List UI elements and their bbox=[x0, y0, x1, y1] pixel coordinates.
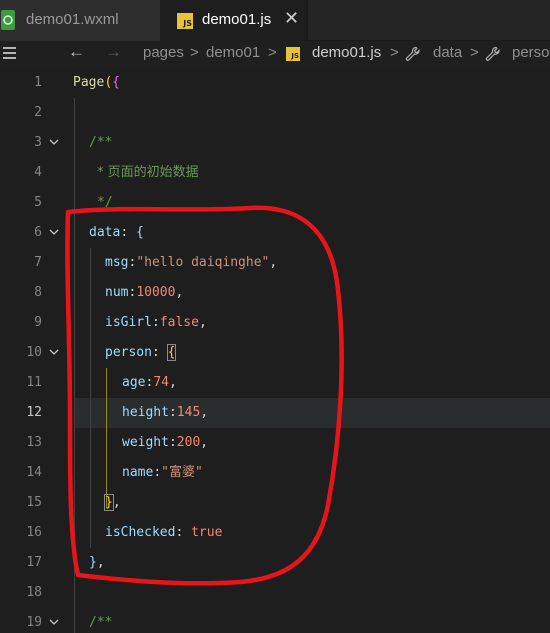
colon: : bbox=[168, 405, 177, 420]
line-number: 2 bbox=[34, 105, 42, 120]
colon: : bbox=[151, 345, 168, 360]
comment-text: */ bbox=[97, 195, 113, 210]
code-line-9: isGirl:false, bbox=[0, 308, 550, 338]
boolean-value: true bbox=[191, 525, 223, 540]
comma: , bbox=[112, 495, 121, 510]
editor-tab-bar: demo01.wxml JS demo01.js ✕ bbox=[0, 0, 550, 41]
code-line-17: }, bbox=[0, 548, 550, 578]
property-key: num bbox=[105, 285, 129, 300]
breadcrumb-item-person[interactable]: perso bbox=[512, 44, 550, 61]
paren: ( bbox=[104, 75, 113, 90]
breadcrumb-item-file[interactable]: demo01.js bbox=[312, 44, 381, 61]
colon: : bbox=[151, 315, 160, 330]
breadcrumb-separator: > bbox=[190, 44, 199, 61]
property-key: name bbox=[122, 465, 154, 480]
hamburger-icon[interactable] bbox=[3, 47, 16, 61]
comma: , bbox=[269, 255, 278, 270]
code-line-14: name:"富婆" bbox=[0, 458, 550, 488]
tab-label: demo01.wxml bbox=[26, 11, 119, 28]
code-line-8: num:10000, bbox=[0, 278, 550, 308]
string-value: "富婆" bbox=[161, 465, 203, 480]
number-value: 10000 bbox=[136, 285, 176, 300]
boolean-value: false bbox=[159, 315, 199, 330]
breadcrumb-item-demo01[interactable]: demo01 bbox=[206, 44, 260, 61]
colon: : bbox=[168, 435, 177, 450]
brace: } bbox=[89, 555, 97, 570]
breadcrumb-separator: > bbox=[470, 44, 479, 61]
js-file-icon: JS bbox=[286, 47, 300, 61]
tab-demo01-wxml[interactable]: demo01.wxml bbox=[0, 0, 160, 41]
code-line-13: weight:200, bbox=[0, 428, 550, 458]
brace: { bbox=[112, 75, 120, 90]
property-key: isChecked bbox=[105, 525, 176, 540]
comma: , bbox=[200, 435, 209, 450]
property-key: data bbox=[89, 225, 121, 240]
property-key: age bbox=[122, 375, 146, 390]
forward-arrow-icon[interactable]: → bbox=[105, 42, 122, 62]
brace: } bbox=[104, 494, 114, 511]
code-line-15: }, bbox=[0, 488, 550, 518]
code-editor[interactable]: 1 2 3 4 5 6 7 8 9 10 11 12 13 14 15 16 1… bbox=[0, 68, 550, 633]
code-line-11: age:74, bbox=[0, 368, 550, 398]
property-key: height bbox=[122, 405, 169, 420]
breadcrumb-item-pages[interactable]: pages bbox=[143, 44, 184, 61]
breadcrumb: ← → pages > demo01 > JS demo01.js > data… bbox=[0, 41, 550, 68]
code-line-16: isChecked: true bbox=[0, 518, 550, 548]
comma: , bbox=[175, 285, 184, 300]
property-key: msg bbox=[105, 255, 129, 270]
colon: : bbox=[120, 225, 136, 240]
code-line-10: person: { bbox=[0, 338, 550, 368]
colon: : bbox=[175, 525, 192, 540]
number-value: 200 bbox=[176, 435, 201, 450]
comment-text: * 页面的初始数据 bbox=[97, 165, 199, 180]
brace: { bbox=[166, 344, 177, 361]
property-key: weight bbox=[122, 435, 169, 450]
breadcrumb-separator: > bbox=[390, 44, 399, 61]
number-value: 74 bbox=[153, 375, 169, 390]
tab-label: demo01.js bbox=[202, 11, 272, 28]
number-value: 145 bbox=[176, 405, 201, 420]
function-name: Page bbox=[73, 75, 105, 90]
code-line-3: /** bbox=[0, 128, 550, 158]
code-line-12: height:145, bbox=[0, 398, 550, 428]
property-key: isGirl bbox=[105, 315, 152, 330]
comment-text: /** bbox=[89, 615, 113, 630]
comma: , bbox=[200, 405, 209, 420]
tab-demo01-js[interactable]: JS demo01.js ✕ bbox=[160, 0, 308, 41]
wechat-file-icon bbox=[1, 10, 15, 30]
comma: , bbox=[198, 315, 207, 330]
colon: : bbox=[153, 465, 162, 480]
back-arrow-icon[interactable]: ← bbox=[68, 42, 85, 62]
js-file-icon: JS bbox=[177, 13, 193, 29]
comma: , bbox=[96, 555, 105, 570]
brace: { bbox=[135, 225, 144, 240]
code-line-7: msg:"hello daiqinghe", bbox=[0, 248, 550, 278]
breadcrumb-item-data[interactable]: data bbox=[433, 44, 462, 61]
string-value: "hello daiqinghe" bbox=[136, 255, 270, 270]
line-number: 18 bbox=[26, 585, 42, 600]
code-line-4: * 页面的初始数据 bbox=[0, 158, 550, 188]
comment-text: /** bbox=[89, 135, 113, 150]
code-line-1: Page({ bbox=[0, 68, 550, 98]
code-line-19: /** bbox=[0, 608, 550, 633]
comma: , bbox=[168, 375, 177, 390]
wrench-icon bbox=[485, 46, 500, 61]
code-line-5: */ bbox=[0, 188, 550, 218]
wrench-icon bbox=[405, 46, 420, 61]
breadcrumb-separator: > bbox=[268, 44, 277, 61]
close-icon[interactable]: ✕ bbox=[284, 8, 299, 29]
property-key: person bbox=[105, 345, 152, 360]
code-line-6: data: { bbox=[0, 218, 550, 248]
